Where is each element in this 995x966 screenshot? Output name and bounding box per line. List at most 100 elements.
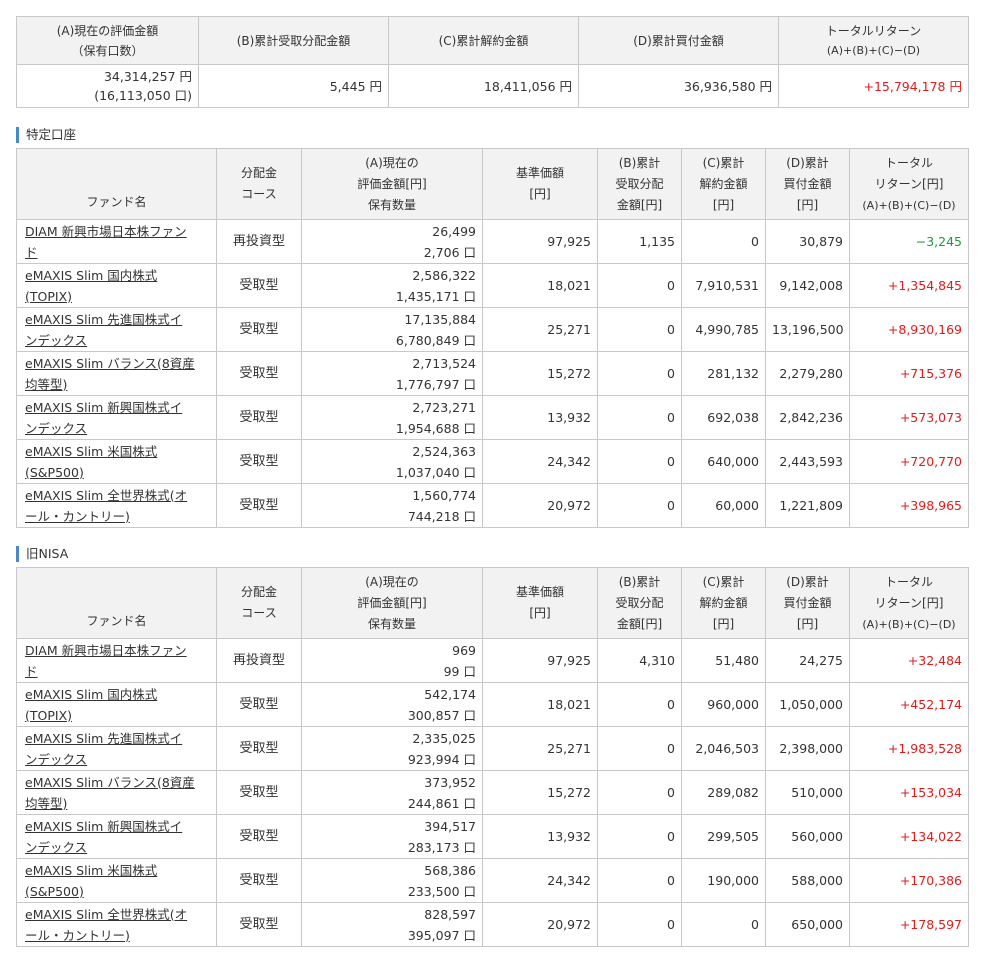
table-row: eMAXIS Slim 先進国株式イ ンデックス 受取型 2,335,025 923,9…	[16, 726, 969, 771]
purchase-cell: 2,398,000	[765, 726, 850, 771]
summary-header-b: (B)累計受取分配金額	[198, 16, 389, 65]
held-units: 233,500 口	[407, 883, 476, 899]
col-b: (B)累計 受取分配 金額[円]	[597, 567, 682, 639]
fund-name-link[interactable]: eMAXIS Slim バランス(8資産 均等型)	[25, 772, 208, 814]
nav-cell: 20,972	[482, 483, 598, 528]
fund-name-cell: eMAXIS Slim 米国株式 (S&P500)	[16, 439, 217, 484]
fund-name-link[interactable]: eMAXIS Slim 全世界株式(オ ール・カントリー)	[25, 485, 208, 527]
fund-name-cell: eMAXIS Slim 国内株式 (TOPIX)	[16, 263, 217, 308]
distribution-course: 受取型	[216, 814, 302, 859]
fund-name-link[interactable]: eMAXIS Slim 国内株式 (TOPIX)	[25, 265, 208, 307]
amount-cell: 26,499 2,706 口	[301, 219, 483, 264]
distribution-course: 再投資型	[216, 638, 302, 683]
summary-a-value: 34,314,257 円 (16,113,050 口)	[16, 64, 199, 108]
holdings-body: DIAM 新興市場日本株ファンド再投資型 26,499 2,706 口 97,925 1…	[16, 219, 969, 528]
fund-name-link[interactable]: eMAXIS Slim バランス(8資産 均等型)	[25, 353, 208, 395]
purchase-cell: 588,000	[765, 858, 850, 903]
redemption-cell: 289,082	[681, 770, 766, 815]
amount-cell: 828,597 395,097 口	[301, 902, 483, 947]
current-amount: 373,952	[424, 774, 476, 790]
total-return-cell: +1,983,528	[849, 726, 969, 771]
section-title-old-nisa: 旧NISA	[16, 546, 68, 562]
nav-cell: 97,925	[482, 219, 598, 264]
current-amount: 2,586,322	[412, 267, 476, 283]
purchase-cell: 13,196,500	[765, 307, 850, 352]
summary-header-row: (A)現在の評価金額 （保有口数） (B)累計受取分配金額 (C)累計解約金額 (…	[16, 16, 969, 65]
redemption-cell: 0	[681, 219, 766, 264]
summary-header-c: (C)累計解約金額	[388, 16, 579, 65]
held-units: 300,857 口	[407, 707, 476, 723]
total-return-cell: +720,770	[849, 439, 969, 484]
total-return-cell: +573,073	[849, 395, 969, 440]
amount-cell: 2,335,025 923,994 口	[301, 726, 483, 771]
distribution-course: 受取型	[216, 307, 302, 352]
table-row: eMAXIS Slim 米国株式 (S&P500) 受取型 2,524,363 1,03…	[16, 439, 969, 484]
current-amount: 828,597	[424, 906, 476, 922]
fund-name-link[interactable]: DIAM 新興市場日本株ファンド	[25, 221, 208, 263]
dividend-cell: 0	[597, 902, 682, 947]
amount-cell: 969 99 口	[301, 638, 483, 683]
current-amount: 26,499	[432, 223, 476, 239]
redemption-cell: 299,505	[681, 814, 766, 859]
amount-cell: 542,174 300,857 口	[301, 682, 483, 727]
current-amount: 17,135,884	[404, 311, 476, 327]
dividend-cell: 0	[597, 726, 682, 771]
fund-name-cell: eMAXIS Slim 全世界株式(オ ール・カントリー)	[16, 902, 217, 947]
holdings-header-row: ファンド名 分配金 コース (A)現在の 評価金額[円] 保有数量 基準価額 [円] (…	[16, 148, 969, 220]
purchase-cell: 2,443,593	[765, 439, 850, 484]
col-b: (B)累計 受取分配 金額[円]	[597, 148, 682, 220]
amount-cell: 394,517 283,173 口	[301, 814, 483, 859]
dividend-cell: 0	[597, 263, 682, 308]
fund-name-cell: eMAXIS Slim バランス(8資産 均等型)	[16, 351, 217, 396]
fund-name-cell: eMAXIS Slim バランス(8資産 均等型)	[16, 770, 217, 815]
current-amount: 2,723,271	[412, 399, 476, 415]
fund-name-link[interactable]: eMAXIS Slim 新興国株式イ ンデックス	[25, 816, 208, 858]
total-return-cell: −3,245	[849, 219, 969, 264]
held-units: 6,780,849 口	[395, 332, 476, 348]
nav-cell: 20,972	[482, 902, 598, 947]
col-course: 分配金 コース	[216, 567, 302, 639]
col-nav: 基準価額 [円]	[482, 148, 598, 220]
fund-name-link[interactable]: eMAXIS Slim 米国株式 (S&P500)	[25, 441, 208, 483]
total-return-cell: +153,034	[849, 770, 969, 815]
purchase-cell: 2,842,236	[765, 395, 850, 440]
fund-name-link[interactable]: eMAXIS Slim 先進国株式イ ンデックス	[25, 309, 208, 351]
held-units: 244,861 口	[407, 795, 476, 811]
table-row: DIAM 新興市場日本株ファンド再投資型 26,499 2,706 口 97,925 1…	[16, 219, 969, 264]
distribution-course: 再投資型	[216, 219, 302, 264]
nav-cell: 97,925	[482, 638, 598, 683]
distribution-course: 受取型	[216, 858, 302, 903]
summary-table: (A)現在の評価金額 （保有口数） (B)累計受取分配金額 (C)累計解約金額 (…	[16, 16, 969, 108]
current-amount: 969	[452, 642, 476, 658]
current-amount: 1,560,774	[412, 487, 476, 503]
current-amount: 394,517	[424, 818, 476, 834]
fund-name-link[interactable]: DIAM 新興市場日本株ファンド	[25, 640, 208, 682]
current-amount: 568,386	[424, 862, 476, 878]
current-amount: 2,524,363	[412, 443, 476, 459]
distribution-course: 受取型	[216, 726, 302, 771]
redemption-cell: 640,000	[681, 439, 766, 484]
fund-name-cell: eMAXIS Slim 米国株式 (S&P500)	[16, 858, 217, 903]
redemption-cell: 190,000	[681, 858, 766, 903]
held-units: 923,994 口	[407, 751, 476, 767]
fund-name-link[interactable]: eMAXIS Slim 全世界株式(オ ール・カントリー)	[25, 904, 208, 946]
amount-cell: 373,952 244,861 口	[301, 770, 483, 815]
current-amount: 2,335,025	[412, 730, 476, 746]
distribution-course: 受取型	[216, 902, 302, 947]
distribution-course: 受取型	[216, 263, 302, 308]
fund-name-link[interactable]: eMAXIS Slim 新興国株式イ ンデックス	[25, 397, 208, 439]
fund-name-link[interactable]: eMAXIS Slim 先進国株式イ ンデックス	[25, 728, 208, 770]
total-return-cell: +8,930,169	[849, 307, 969, 352]
table-row: eMAXIS Slim 新興国株式イ ンデックス 受取型 2,723,271 1,954…	[16, 395, 969, 440]
fund-name-link[interactable]: eMAXIS Slim 国内株式 (TOPIX)	[25, 684, 208, 726]
dividend-cell: 0	[597, 395, 682, 440]
total-return-cell: +178,597	[849, 902, 969, 947]
col-c: (C)累計 解約金額 [円]	[681, 567, 766, 639]
held-units: 1,954,688 口	[395, 420, 476, 436]
amount-cell: 2,723,271 1,954,688 口	[301, 395, 483, 440]
summary-b-value: 5,445 円	[198, 64, 389, 108]
held-units: 99 口	[443, 663, 476, 679]
fund-name-link[interactable]: eMAXIS Slim 米国株式 (S&P500)	[25, 860, 208, 902]
purchase-cell: 510,000	[765, 770, 850, 815]
redemption-cell: 51,480	[681, 638, 766, 683]
